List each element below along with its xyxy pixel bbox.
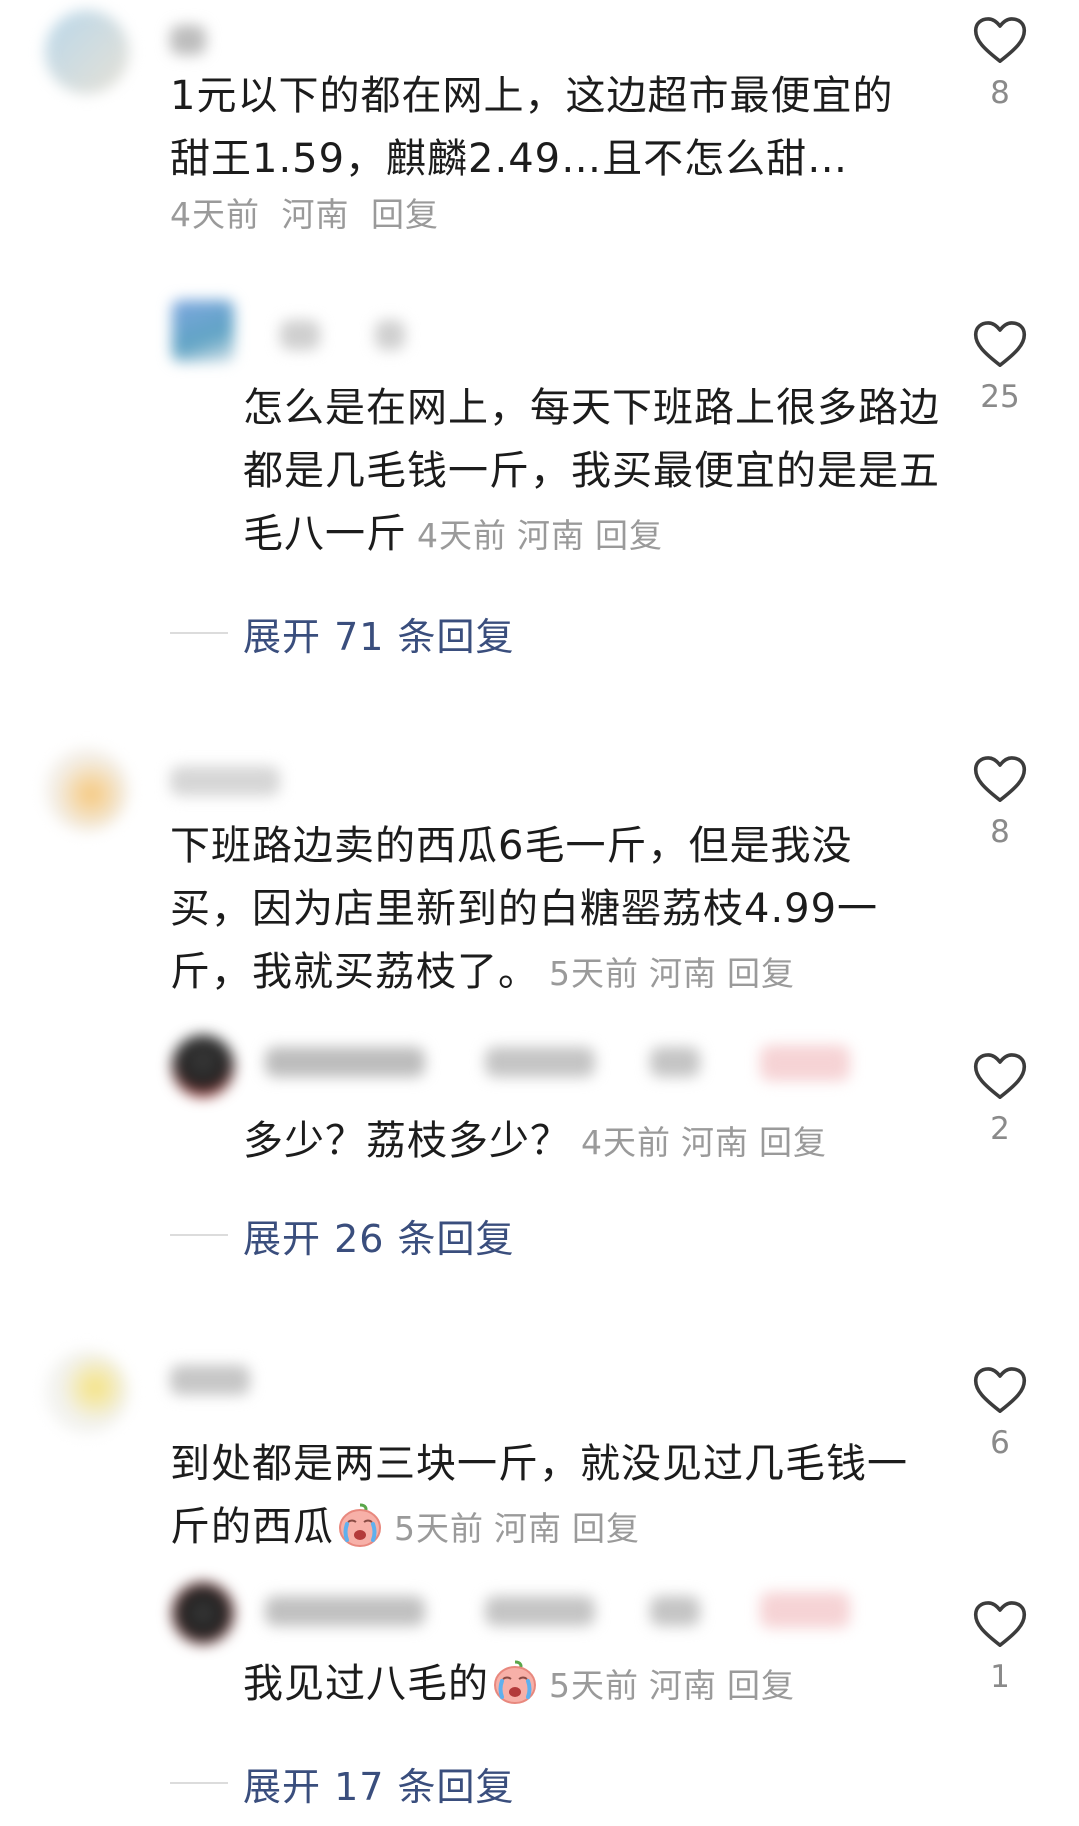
avatar[interactable] bbox=[45, 1350, 129, 1434]
like-count: 2 bbox=[990, 1111, 1010, 1147]
heart-outline-icon bbox=[973, 1600, 1027, 1649]
comment-text: 下班路边卖的西瓜6毛一斤，但是我没买，因为店里新到的白糖罂荔枝4.99一斤，我就… bbox=[170, 815, 930, 1005]
reply-text: 多少？荔枝多少？ 4天前 河南 回复 bbox=[243, 1110, 943, 1174]
expand-replies-label: 展开 71 条回复 bbox=[243, 614, 515, 659]
expand-replies-button[interactable]: 展开 71 条回复 bbox=[170, 608, 515, 659]
heart-outline-icon bbox=[973, 16, 1027, 65]
reply-button[interactable]: 回复 bbox=[572, 1509, 640, 1548]
expand-replies-label: 展开 26 条回复 bbox=[243, 1216, 515, 1261]
like-button[interactable]: 6 bbox=[958, 1366, 1042, 1461]
reply-button[interactable]: 回复 bbox=[727, 954, 795, 993]
reply-time: 5天前 bbox=[549, 1666, 639, 1705]
reply-button[interactable]: 回复 bbox=[371, 195, 439, 234]
reply-meta: 4天前 河南 回复 bbox=[417, 516, 673, 555]
reply-body: 我见过八毛的 bbox=[243, 1661, 489, 1707]
heart-outline-icon bbox=[973, 1366, 1027, 1415]
expand-replies-label: 展开 17 条回复 bbox=[243, 1764, 515, 1809]
avatar[interactable] bbox=[45, 748, 129, 832]
reply-like-button[interactable]: 25 bbox=[958, 320, 1042, 415]
comment-body: 1元以下的都在网上，这边超市最便宜的甜王1.59，麒麟2.49…且不怎么甜… bbox=[170, 73, 894, 182]
like-count: 1 bbox=[990, 1659, 1010, 1695]
crying-emoji-icon bbox=[491, 1659, 539, 1705]
reply-username-blurred bbox=[650, 1047, 700, 1077]
expand-replies-button[interactable]: 展开 26 条回复 bbox=[170, 1210, 515, 1261]
reply-like-button[interactable]: 1 bbox=[958, 1600, 1042, 1695]
like-count: 6 bbox=[990, 1425, 1010, 1461]
reply-button[interactable]: 回复 bbox=[759, 1123, 827, 1162]
reply-avatar[interactable] bbox=[172, 300, 234, 362]
like-count: 8 bbox=[990, 75, 1010, 111]
like-button[interactable]: 8 bbox=[958, 755, 1042, 850]
comment-time: 4天前 bbox=[170, 195, 260, 234]
comment-location: 河南 bbox=[494, 1509, 562, 1548]
reply-username-blurred[interactable] bbox=[265, 1047, 425, 1077]
like-button[interactable]: 8 bbox=[958, 16, 1042, 111]
reply-username-blurred[interactable] bbox=[265, 1596, 425, 1626]
reply-username-blurred bbox=[485, 1596, 595, 1626]
comment-meta: 5天前 河南 回复 bbox=[394, 1509, 650, 1548]
reply-badge-blurred bbox=[760, 1592, 850, 1628]
comment-text: 到处都是两三块一斤，就没见过几毛钱一斤的西瓜 5天前 河南 回复 bbox=[170, 1433, 930, 1560]
like-count: 8 bbox=[990, 814, 1010, 850]
reply-meta: 4天前 河南 回复 bbox=[581, 1123, 837, 1162]
heart-outline-icon bbox=[973, 1052, 1027, 1101]
divider-line bbox=[170, 1782, 228, 1784]
divider-line bbox=[170, 632, 228, 634]
comment-meta: 4天前 河南 回复 bbox=[170, 188, 449, 236]
comment-time: 5天前 bbox=[394, 1509, 484, 1548]
reply-location: 河南 bbox=[681, 1123, 749, 1162]
reply-button[interactable]: 回复 bbox=[727, 1666, 795, 1705]
reply-location: 河南 bbox=[649, 1666, 717, 1705]
reply-username-blurred bbox=[375, 320, 405, 350]
reply-text: 我见过八毛的 5天前 河南 回复 bbox=[243, 1653, 943, 1717]
username-blurred[interactable] bbox=[170, 25, 206, 55]
username-blurred[interactable] bbox=[170, 766, 280, 796]
reply-button[interactable]: 回复 bbox=[595, 516, 663, 555]
reply-avatar[interactable] bbox=[172, 1035, 234, 1097]
reply-text: 怎么是在网上，每天下班路上很多路边都是几毛钱一斤，我买最便宜的是是五毛八一斤 4天… bbox=[243, 377, 943, 567]
comment-text: 1元以下的都在网上，这边超市最便宜的甜王1.59，麒麟2.49…且不怎么甜… bbox=[170, 65, 930, 191]
reply-username-blurred bbox=[650, 1596, 700, 1626]
username-blurred[interactable] bbox=[170, 1365, 250, 1395]
avatar[interactable] bbox=[45, 10, 129, 94]
reply-badge-blurred bbox=[760, 1045, 850, 1081]
reply-time: 4天前 bbox=[581, 1123, 671, 1162]
reply-body: 多少？荔枝多少？ bbox=[243, 1118, 571, 1164]
comment-location: 河南 bbox=[649, 954, 717, 993]
crying-emoji-icon bbox=[336, 1502, 384, 1548]
comment-time: 5天前 bbox=[549, 954, 639, 993]
reply-meta: 5天前 河南 回复 bbox=[549, 1666, 805, 1705]
reply-time: 4天前 bbox=[417, 516, 507, 555]
reply-username-blurred bbox=[485, 1047, 595, 1077]
reply-location: 河南 bbox=[517, 516, 585, 555]
like-count: 25 bbox=[980, 379, 1020, 415]
comment-location: 河南 bbox=[281, 195, 350, 234]
reply-avatar[interactable] bbox=[172, 1582, 234, 1644]
divider-line bbox=[170, 1234, 228, 1236]
heart-outline-icon bbox=[973, 755, 1027, 804]
comment-meta: 5天前 河南 回复 bbox=[549, 954, 805, 993]
reply-like-button[interactable]: 2 bbox=[958, 1052, 1042, 1147]
reply-username-blurred[interactable] bbox=[280, 320, 320, 350]
expand-replies-button[interactable]: 展开 17 条回复 bbox=[170, 1758, 515, 1809]
heart-outline-icon bbox=[973, 320, 1027, 369]
